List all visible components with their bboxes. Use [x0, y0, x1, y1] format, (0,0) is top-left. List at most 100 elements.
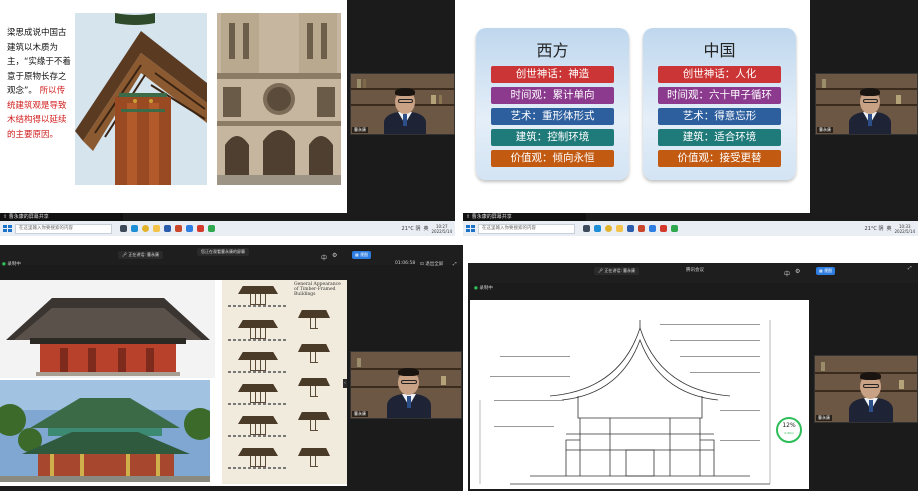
slide-quote-text: 梁思成说中国古建筑以木质为主，“实缘于不着意于原物长存之观念”。 所以传统建筑观… — [7, 26, 71, 142]
blueprint-drawing-sheet: General Appearance of Timber-Framed Buil… — [222, 280, 347, 484]
west-row: 价值观：倾向永恒 — [491, 150, 614, 167]
explorer-icon[interactable] — [153, 225, 160, 232]
ime-indicator[interactable]: 英 — [423, 225, 428, 232]
photo-chinese-temple-complex — [0, 380, 210, 482]
recording-status: ● 录制中 — [2, 262, 21, 267]
taskbar-search-input[interactable]: 在这里输入你要搜索的内容 — [478, 223, 575, 234]
taskbar-search-input[interactable]: 在这里输入你要搜索的内容 — [15, 223, 112, 234]
photo-chinese-timber-eave — [75, 13, 207, 185]
annotation-line — [500, 356, 570, 357]
card-west: 西方 创世神话：神造 时间观：累计单向 艺术：重形体形式 建筑：控制环境 价值观… — [476, 28, 629, 180]
china-row: 价值观：接受更替 — [658, 150, 781, 167]
blueprint-title: General Appearance of Timber-Framed Buil… — [294, 282, 341, 297]
viewing-share-pill: 您正在观看曹永康的屏幕 — [197, 248, 249, 256]
lang-button[interactable]: 中 — [784, 269, 790, 278]
speaking-indicator: 🎤︎ 正在讲话: 曹永康 — [594, 267, 639, 275]
weather-status[interactable]: 21°C 阴 — [402, 225, 421, 232]
edge-icon[interactable] — [131, 225, 138, 232]
view-button[interactable]: ▦ 视图 — [352, 251, 372, 259]
card-west-title: 西方 — [536, 41, 569, 60]
annotation-line — [680, 356, 760, 357]
word-icon[interactable] — [627, 225, 634, 232]
meeting-topbar: 🎤︎ 正在讲话: 曹永康 您正在观看曹永康的屏幕 中 ⚙ ▦ 视图 01:06:… — [0, 245, 463, 267]
explorer-icon[interactable] — [616, 225, 623, 232]
fullscreen-icon[interactable]: ⤢ — [453, 261, 457, 267]
annotation-line — [670, 340, 760, 341]
taskbar-left: 在这里输入你要搜索的内容 21°C 阴 英 10:27 2022/5/14 — [0, 221, 455, 236]
panel-bottom-left: 🎤︎ 正在讲话: 曹永康 您正在观看曹永康的屏幕 中 ⚙ ▦ 视图 01:06:… — [0, 245, 463, 491]
powerpoint-icon[interactable] — [638, 225, 645, 232]
webcam-speaker: 曹永康 — [814, 355, 918, 423]
settings-icon[interactable]: ⚙ — [332, 252, 337, 259]
west-row: 艺术：重形体形式 — [491, 108, 614, 125]
task-view-icon[interactable] — [120, 225, 127, 232]
task-view-icon[interactable] — [583, 225, 590, 232]
speaking-indicator: 🎤︎ 正在讲话: 曹永康 — [118, 251, 163, 259]
webcam-speaker: 曹永康 — [815, 73, 918, 135]
edge-icon[interactable] — [594, 225, 601, 232]
recording-status: ● 录制中 — [474, 286, 493, 291]
collapse-arrow-icon[interactable]: ‹ — [343, 379, 347, 388]
west-row: 建筑：控制环境 — [491, 129, 614, 146]
meeting-icon[interactable] — [186, 225, 193, 232]
chrome-icon[interactable] — [605, 225, 612, 232]
chrome-icon[interactable] — [142, 225, 149, 232]
panel-top-left: 梁思成说中国古建筑以木质为主，“实缘于不着意于原物长存之观念”。 所以传统建筑观… — [0, 0, 455, 236]
webcam-name: 曹永康 — [352, 411, 368, 417]
annotation-line — [690, 372, 760, 373]
webcam-speaker: 曹永康 — [350, 73, 455, 135]
section-drawing — [479, 320, 771, 485]
photo-gothic-cathedral — [217, 13, 341, 185]
taskbar-right: 在这里输入你要搜索的内容 21°C 阴 英 10:33 2022/5/14 — [463, 221, 918, 236]
windows-start-icon[interactable] — [466, 224, 476, 233]
slide-east-west-compare: 西方 创世神话：神造 时间观：累计单向 艺术：重形体形式 建筑：控制环境 价值观… — [463, 0, 810, 213]
slide-temple-comparison: General Appearance of Timber-Framed Buil… — [0, 280, 347, 486]
china-row: 时间观：六十甲子循环 — [658, 87, 781, 104]
annotation-line — [494, 426, 554, 427]
weather-status[interactable]: 21°C 阴 — [865, 225, 884, 232]
card-china: 中国 创世神话：人化 时间观：六十甲子循环 艺术：得意忘形 建筑：适合环境 价值… — [643, 28, 796, 180]
view-button[interactable]: ▦ 视图 — [816, 267, 836, 275]
webcam-name: 曹永康 — [352, 127, 368, 133]
meeting-topbar: 🎤︎ 正在讲话: 曹永康 腾讯会议 中 ⚙ ▦ 视图 ⤢ ● 录制中 — [468, 263, 918, 291]
network-gauge: 12% 0.9K/s — [776, 417, 802, 443]
annotation-line — [490, 376, 570, 377]
china-row: 建筑：适合环境 — [658, 129, 781, 146]
meeting-timer: 01:06:58 — [395, 261, 416, 266]
wechat-icon[interactable] — [671, 225, 678, 232]
system-clock[interactable]: 10:33 2022/5/14 — [894, 224, 915, 234]
wps-icon[interactable] — [197, 225, 204, 232]
west-row: 创世神话：神造 — [491, 66, 614, 83]
wechat-icon[interactable] — [208, 225, 215, 232]
china-row: 创世神话：人化 — [658, 66, 781, 83]
annotation-line — [660, 324, 760, 325]
meeting-title: 腾讯会议 — [686, 268, 704, 273]
panel-bottom-right: 🎤︎ 正在讲话: 曹永康 腾讯会议 中 ⚙ ▦ 视图 ⤢ ● 录制中 曹永康 1… — [468, 263, 918, 491]
word-icon[interactable] — [164, 225, 171, 232]
screen-share-label: ⇪ 曹永康的屏幕共享 — [0, 213, 123, 221]
screen-share-label: ⇪ 曹永康的屏幕共享 — [463, 213, 586, 221]
powerpoint-icon[interactable] — [175, 225, 182, 232]
annotation-line — [720, 410, 760, 411]
gauge-value: 12% — [782, 422, 796, 429]
webcam-speaker: 曹永康 — [350, 351, 462, 419]
annotation-line — [494, 400, 564, 401]
webcam-name: 曹永康 — [816, 415, 832, 421]
slide-wood-architecture: 梁思成说中国古建筑以木质为主，“实缘于不着意于原物长存之观念”。 所以传统建筑观… — [0, 0, 347, 213]
ime-indicator[interactable]: 英 — [886, 225, 891, 232]
fullscreen-icon[interactable]: ⤢ — [908, 265, 912, 271]
panel-top-right: 西方 创世神话：神造 时间观：累计单向 艺术：重形体形式 建筑：控制环境 价值观… — [463, 0, 918, 236]
slide-timber-section-drawing — [470, 300, 809, 489]
photo-chinese-hall-red — [0, 280, 215, 378]
annotation-line — [720, 440, 760, 441]
meeting-icon[interactable] — [649, 225, 656, 232]
card-china-title: 中国 — [703, 41, 736, 60]
lang-button[interactable]: 中 — [321, 253, 327, 262]
webcam-name: 曹永康 — [817, 127, 833, 133]
west-row: 时间观：累计单向 — [491, 87, 614, 104]
windows-start-icon[interactable] — [3, 224, 13, 233]
system-clock[interactable]: 10:27 2022/5/14 — [431, 224, 452, 234]
settings-icon[interactable]: ⚙ — [795, 268, 800, 275]
exit-fullscreen[interactable]: ⊡ 退出全屏 — [420, 261, 443, 267]
wps-icon[interactable] — [660, 225, 667, 232]
